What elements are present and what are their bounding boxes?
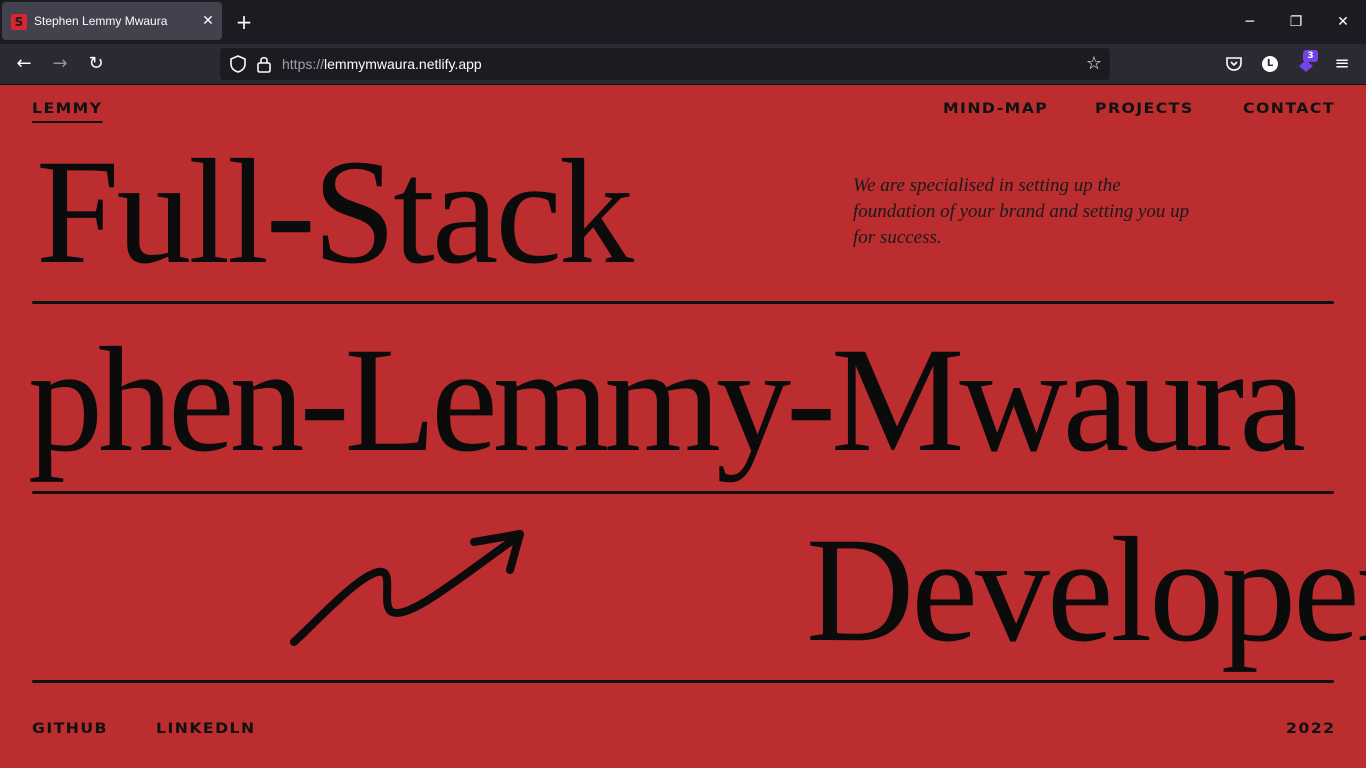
hero-line-full-stack: Full-Stack [36,129,634,295]
shield-icon[interactable] [228,54,248,74]
star-icon[interactable]: ☆ [1084,53,1104,75]
browser-tab[interactable]: S Stephen Lemmy Mwaura ✕ [2,2,222,40]
minimize-icon[interactable]: ─ [1240,12,1260,32]
new-tab-plus-icon[interactable]: + [233,11,255,33]
hero-line-developer: Developer [806,507,1366,673]
nav-projects-link[interactable]: PROJECTS [1095,101,1194,117]
back-icon[interactable]: ← [13,53,35,75]
pocket-icon[interactable] [1225,55,1243,73]
tab-title: Stephen Lemmy Mwaura [34,14,168,28]
tab-strip: S Stephen Lemmy Mwaura ✕ + ─ ❐ ✕ [0,0,1366,44]
menu-icon[interactable]: ≡ [1331,53,1353,75]
divider [32,491,1334,494]
github-link[interactable]: GITHUB [32,721,108,737]
reload-icon[interactable]: ↻ [85,53,107,75]
web-page: LEMMY MIND-MAP PROJECTS CONTACT Full-Sta… [0,85,1366,768]
forward-icon[interactable]: → [49,53,71,75]
nav-mind-map-link[interactable]: MIND-MAP [943,101,1048,117]
brand-logo-link[interactable]: LEMMY [32,101,103,123]
extension-badge: 3 [1303,50,1318,62]
url-text[interactable]: https://lemmymwaura.netlify.app [282,56,482,72]
browser-toolbar: ← → ↻ https://lemmymwaura.netlify.app ☆ … [0,44,1366,85]
close-window-icon[interactable]: ✕ [1333,12,1353,32]
lock-icon[interactable] [256,54,272,74]
restore-icon[interactable]: ❐ [1286,12,1306,32]
linkedin-link[interactable]: LINKEDLN [156,721,256,737]
site-favicon-icon: S [11,14,27,30]
footer-year: 2022 [1286,721,1336,737]
hero-tagline: We are specialised in setting up the fou… [853,175,1190,248]
squiggle-arrow-icon [290,530,524,646]
tab-close-icon[interactable]: ✕ [199,12,217,30]
divider [32,680,1334,683]
extension-l-icon[interactable]: L [1262,56,1278,72]
hero-line-name: phen-Lemmy-Mwaura [28,317,1306,483]
divider [32,301,1334,304]
address-bar[interactable]: https://lemmymwaura.netlify.app ☆ [220,48,1110,80]
nav-contact-link[interactable]: CONTACT [1243,101,1335,117]
